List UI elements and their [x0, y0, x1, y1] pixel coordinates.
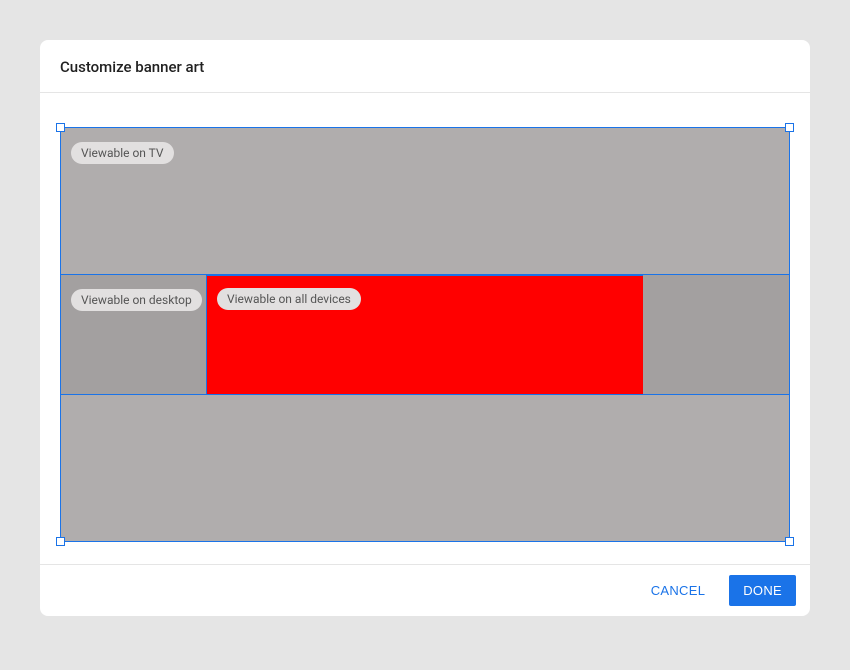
cancel-button[interactable]: CANCEL: [637, 575, 720, 606]
zone-tv-label: Viewable on TV: [71, 142, 174, 164]
crop-handle-bottom-left[interactable]: [56, 537, 65, 546]
dialog-footer: CANCEL DONE: [40, 564, 810, 616]
zone-desktop-label: Viewable on desktop: [71, 289, 202, 311]
zone-desktop-left: Viewable on desktop: [61, 275, 206, 395]
zone-safe-label: Viewable on all devices: [217, 288, 361, 310]
zone-tv-bottom: [61, 395, 789, 541]
dialog-header: Customize banner art: [40, 40, 810, 93]
crop-handle-bottom-right[interactable]: [785, 537, 794, 546]
zone-desktop-right: [643, 275, 789, 395]
crop-handle-top-left[interactable]: [56, 123, 65, 132]
dialog-body: Viewable on TV Viewable on desktop Viewa…: [40, 93, 810, 564]
crop-frame[interactable]: Viewable on TV Viewable on desktop Viewa…: [60, 127, 790, 542]
crop-handle-top-right[interactable]: [785, 123, 794, 132]
zone-tv: Viewable on TV: [61, 128, 789, 275]
customize-banner-dialog: Customize banner art Viewable on TV View…: [40, 40, 810, 616]
zone-safe-all-devices: Viewable on all devices: [206, 275, 645, 395]
done-button[interactable]: DONE: [729, 575, 796, 606]
dialog-title: Customize banner art: [60, 58, 790, 76]
